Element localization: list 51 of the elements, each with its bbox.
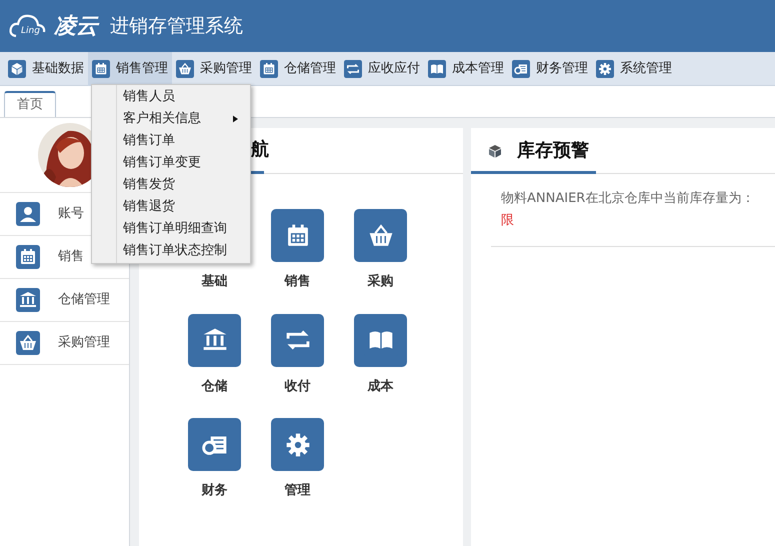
cloud-logo: Ling	[8, 10, 46, 42]
cube-icon	[487, 142, 503, 158]
basket-icon	[176, 60, 194, 78]
menu-item[interactable]: 成本管理	[424, 52, 508, 86]
module-button[interactable]	[188, 314, 241, 366]
menu-option[interactable]: 销售订单变更	[92, 152, 250, 174]
sidebar-item[interactable]: 仓储管理	[0, 279, 129, 322]
panel-title: 航	[251, 138, 269, 162]
menu-option[interactable]: 销售人员	[92, 86, 250, 108]
module-label: 收付	[284, 378, 310, 396]
module-button[interactable]	[188, 418, 241, 471]
module-label: 仓储	[202, 378, 228, 396]
menu-item[interactable]: 应收应付	[340, 52, 424, 86]
module-label: 财务	[202, 482, 228, 500]
menu-item[interactable]: 系统管理	[592, 52, 676, 86]
warning-message: 限	[501, 212, 515, 230]
tab[interactable]: 首页	[4, 91, 56, 117]
sidebar-item[interactable]: 采购管理	[0, 322, 129, 365]
menu-item[interactable]: 销售管理	[88, 52, 172, 86]
book-icon	[428, 60, 446, 78]
calendar-icon	[92, 60, 110, 78]
banknote-icon	[512, 60, 530, 78]
calendar-icon	[260, 60, 278, 78]
menu-option[interactable]: 客户相关信息	[92, 108, 250, 130]
bank-icon	[16, 288, 40, 312]
module-button[interactable]	[271, 209, 324, 262]
menu-option[interactable]: 销售发货	[92, 174, 250, 196]
menu-option[interactable]: 销售订单	[92, 130, 250, 152]
module-label: 销售	[284, 273, 310, 291]
module-label: 采购	[368, 272, 394, 291]
menu-item[interactable]: 仓储管理	[256, 52, 340, 86]
module-label: 成本	[368, 378, 394, 396]
panel-title: 库存预警	[517, 139, 589, 163]
module-label: 管理	[284, 482, 310, 500]
swap-arrows-icon	[344, 60, 362, 78]
menu-item[interactable]: 财务管理	[508, 52, 592, 86]
module-button[interactable]	[354, 314, 407, 366]
basket-icon	[16, 331, 40, 355]
module-button[interactable]	[271, 418, 324, 471]
calendar-icon	[16, 245, 40, 269]
cube-icon	[8, 60, 26, 78]
user-icon	[16, 202, 40, 226]
module-label: 基础	[202, 273, 228, 291]
menu-item[interactable]: 基础数据	[4, 52, 88, 86]
module-button[interactable]	[271, 314, 324, 366]
module-button[interactable]	[354, 209, 407, 262]
submenu-arrow-icon	[233, 115, 238, 123]
settings-icon	[596, 60, 614, 78]
app-title: 进销存管理系统	[110, 14, 243, 39]
brand-name: 凌云	[54, 12, 98, 40]
warning-message: 物料ANNAIER在北京仓库中当前库存量为：	[501, 190, 756, 208]
